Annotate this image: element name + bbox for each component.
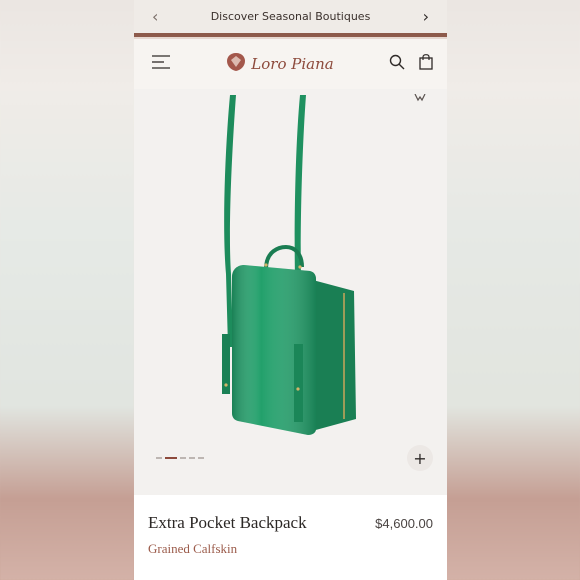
- chevron-left-icon[interactable]: ‹: [152, 8, 158, 25]
- promo-banner: ‹ Discover Seasonal Boutiques ›: [134, 0, 447, 33]
- mobile-page: ‹ Discover Seasonal Boutiques › Loro Pia…: [134, 0, 447, 580]
- zoom-plus-button[interactable]: +: [407, 445, 433, 471]
- pagination-dot[interactable]: [189, 457, 195, 459]
- gallery-pagination: [156, 457, 204, 459]
- plus-icon: +: [413, 448, 427, 468]
- search-icon[interactable]: [389, 54, 405, 75]
- chevron-right-icon[interactable]: ›: [423, 8, 429, 25]
- promo-text[interactable]: Discover Seasonal Boutiques: [211, 10, 371, 23]
- product-name: Extra Pocket Backpack: [148, 513, 307, 532]
- product-image: [222, 95, 356, 435]
- product-price: $4,600.00: [375, 516, 433, 531]
- pagination-dot[interactable]: [156, 457, 162, 459]
- product-material: Grained Calfskin: [148, 541, 238, 556]
- pagination-dot-active[interactable]: [165, 457, 177, 459]
- background-right: [446, 0, 580, 580]
- shopping-bag-icon[interactable]: [419, 53, 433, 75]
- pagination-dot[interactable]: [180, 457, 186, 459]
- hamburger-menu-icon[interactable]: [152, 54, 170, 75]
- product-info: Extra Pocket Backpack $4,600.00 Grained …: [134, 495, 447, 580]
- brand-logo[interactable]: Loro Piana: [225, 52, 334, 77]
- pagination-dot[interactable]: [198, 457, 204, 459]
- site-header: Loro Piana: [134, 39, 447, 89]
- background-left: [0, 0, 134, 580]
- crest-icon: [225, 52, 247, 77]
- product-gallery[interactable]: +: [134, 89, 447, 495]
- brand-wordmark: Loro Piana: [251, 55, 334, 73]
